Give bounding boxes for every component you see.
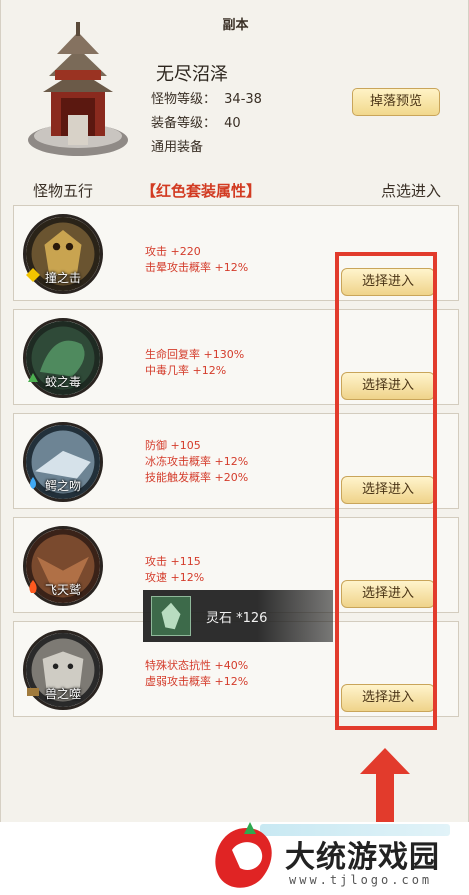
attr-line: 冰冻攻击概率 +12% xyxy=(145,455,249,468)
highlight-box xyxy=(335,252,437,730)
monster-attrs: 生命回复率 +130% 中毒几率 +12% xyxy=(145,347,244,379)
monster-level-label: 怪物等级： xyxy=(151,92,217,107)
attr-line: 攻击 +220 xyxy=(145,245,201,258)
tooltip-item-text: 灵石 *126 xyxy=(206,611,268,626)
watermark-url: www.tjlogo.com xyxy=(289,873,433,887)
header-red-set: 【红色套装属性】 xyxy=(141,182,262,200)
monster-attrs: 特殊状态抗性 +40% 虚弱攻击概率 +12% xyxy=(145,658,248,690)
attr-line: 攻击 +115 xyxy=(145,555,201,568)
equip-type: 通用装备 xyxy=(151,140,204,155)
attr-line: 中毒几率 +12% xyxy=(145,364,227,377)
spirit-stone-icon xyxy=(151,596,191,636)
monster-name: 撞之击 xyxy=(44,271,81,285)
attr-line: 特殊状态抗性 +40% xyxy=(145,659,249,672)
header-element: 怪物五行 xyxy=(33,182,94,200)
arrow-up-icon xyxy=(360,748,410,822)
watermark-name: 大统游戏园 xyxy=(285,840,440,875)
dungeon-name: 无尽沼泽 xyxy=(156,64,228,85)
item-tooltip: 灵石 *126 xyxy=(143,590,333,642)
monster-name: 鳄之吻 xyxy=(44,479,81,493)
dungeon-panel: 副本 无尽沼泽 怪物等级： 34-38 装备等级： 40 通用装备 掉落预览 怪… xyxy=(0,0,469,822)
monster-level-row: 怪物等级： 34-38 xyxy=(151,88,262,107)
monster-name: 蛟之毒 xyxy=(44,375,81,389)
header-enter: 点选进入 xyxy=(381,182,442,200)
drop-preview-button[interactable]: 掉落预览 xyxy=(352,88,440,116)
equip-level-label: 装备等级： xyxy=(151,116,217,131)
monster-level-value: 34-38 xyxy=(224,92,262,107)
monster-name: 飞天鹫 xyxy=(44,583,81,597)
attr-line: 虚弱攻击概率 +12% xyxy=(145,675,249,688)
monster-attrs: 防御 +105 冰冻攻击概率 +12% 技能触发概率 +20% xyxy=(145,438,248,486)
monster-attrs: 攻击 +115 攻速 +12% xyxy=(145,554,204,586)
attr-line: 生命回复率 +130% xyxy=(145,348,245,361)
attr-line: 防御 +105 xyxy=(145,439,201,452)
equip-level-value: 40 xyxy=(224,116,241,131)
monster-name: 兽之噬 xyxy=(44,687,81,701)
dungeon-tower-image xyxy=(28,22,128,156)
monster-attrs: 攻击 +220 击晕攻击概率 +12% xyxy=(145,244,248,276)
equip-level-row: 装备等级： 40 xyxy=(151,112,241,131)
site-logo-icon xyxy=(215,822,272,888)
attr-line: 技能触发概率 +20% xyxy=(145,471,249,484)
attr-line: 击晕攻击概率 +12% xyxy=(145,261,249,274)
attr-line: 攻速 +12% xyxy=(145,571,205,584)
